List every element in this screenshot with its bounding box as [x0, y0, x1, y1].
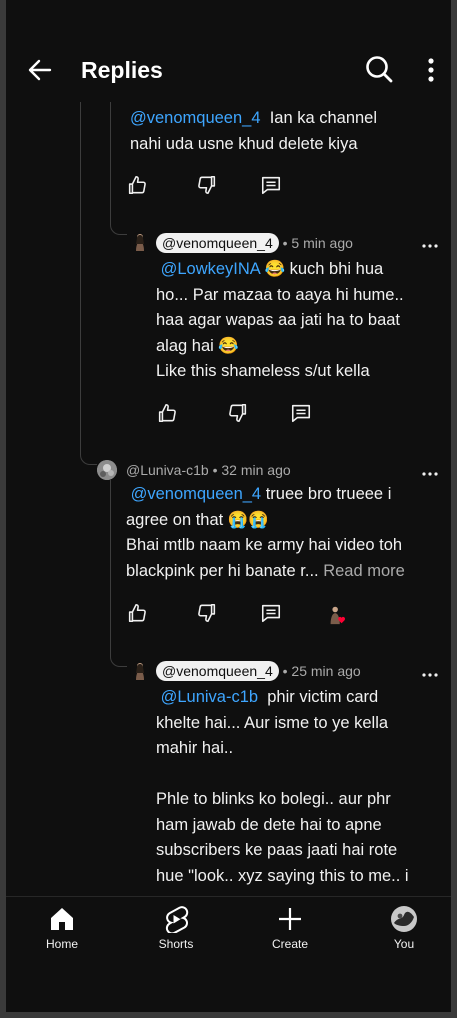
like-icon[interactable] — [126, 602, 148, 624]
like-icon[interactable] — [156, 402, 178, 424]
plus-icon — [279, 908, 301, 930]
thread-connector — [110, 210, 127, 235]
avatar[interactable] — [97, 460, 117, 480]
thread-line — [110, 480, 111, 642]
comment-text: @Luniva-c1b phir victim card khelte hai.… — [156, 688, 409, 885]
dislike-icon[interactable] — [227, 402, 249, 424]
replies-list[interactable]: @venomqueen_4 Ian ka channel nahi uda us… — [6, 88, 451, 896]
avatar[interactable] — [130, 661, 150, 681]
comment-header: @Luniva-c1b • 32 min ago — [126, 460, 291, 480]
comment-text: @LowkeyINA 😂 kuch bhi hua ho... Par maza… — [156, 260, 404, 380]
more-options-icon[interactable] — [422, 471, 438, 477]
profile-avatar-icon — [391, 906, 417, 932]
gesture-bar — [6, 992, 451, 1012]
mention-link[interactable]: @venomqueen_4 — [131, 485, 262, 503]
more-options-icon[interactable] — [422, 243, 438, 249]
mention-link[interactable]: @venomqueen_4 — [130, 109, 261, 127]
reply-icon[interactable] — [260, 174, 282, 196]
nav-home-label: Home — [45, 937, 78, 951]
thread-line — [80, 88, 81, 448]
timestamp: • 32 min ago — [212, 462, 291, 478]
dislike-icon[interactable] — [196, 602, 218, 624]
reply-icon[interactable] — [290, 402, 312, 424]
more-options-icon[interactable] — [422, 672, 438, 678]
home-icon — [51, 908, 73, 930]
reply-icon[interactable] — [260, 602, 282, 624]
author-handle[interactable]: @Luniva-c1b — [126, 462, 209, 478]
comment-header: @venomqueen_4 • 25 min ago — [156, 661, 361, 681]
search-icon[interactable] — [364, 54, 394, 84]
nav-you-label: You — [393, 937, 415, 951]
screen: @venomqueen_4 Ian ka channel nahi uda us… — [6, 0, 451, 1012]
comment-header: @venomqueen_4 • 5 min ago — [156, 233, 353, 253]
read-more-link[interactable]: Read more — [323, 562, 405, 580]
like-icon[interactable] — [126, 174, 148, 196]
shorts-icon — [165, 906, 189, 933]
nav-shorts-label: Shorts — [158, 937, 194, 951]
page-title: Replies — [81, 57, 163, 83]
thread-connector — [110, 636, 127, 667]
back-arrow-icon[interactable] — [26, 56, 54, 84]
nav-home[interactable]: Home — [22, 897, 102, 957]
author-handle[interactable]: @venomqueen_4 — [156, 661, 279, 681]
mention-link[interactable]: @LowkeyINA — [161, 260, 260, 278]
nav-create[interactable]: Create — [250, 897, 330, 957]
more-vert-icon[interactable] — [426, 56, 436, 84]
status-bar — [6, 0, 451, 38]
thread-line — [110, 88, 111, 218]
comment-text: @venomqueen_4 truee bro trueee i agree o… — [126, 485, 405, 580]
mention-link[interactable]: @Luniva-c1b — [161, 688, 258, 706]
timestamp: • 25 min ago — [282, 663, 361, 679]
author-handle[interactable]: @venomqueen_4 — [156, 233, 279, 253]
nav-shorts[interactable]: Shorts — [136, 897, 216, 957]
nav-you[interactable]: You — [364, 897, 444, 957]
top-app-bar: Replies — [6, 38, 451, 102]
comment-text: @venomqueen_4 Ian ka channel nahi uda us… — [130, 109, 378, 153]
nav-create-label: Create — [271, 937, 309, 951]
avatar[interactable] — [130, 232, 150, 252]
dislike-icon[interactable] — [196, 174, 218, 196]
timestamp: • 5 min ago — [282, 235, 353, 251]
thread-connector — [80, 440, 97, 465]
creator-heart-icon — [330, 606, 346, 625]
